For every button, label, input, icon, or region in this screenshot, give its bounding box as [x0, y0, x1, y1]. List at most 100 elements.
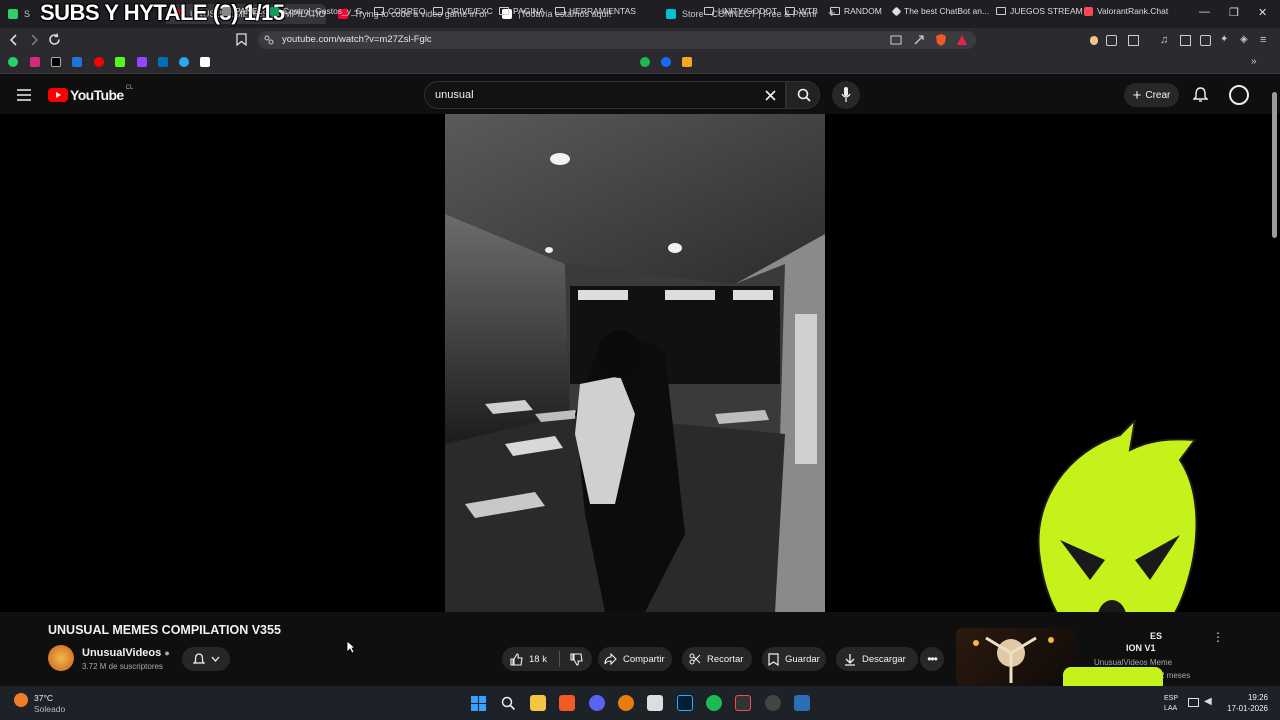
like-count[interactable]: 18 k	[529, 654, 547, 665]
more-actions-button[interactable]: •••	[920, 647, 944, 671]
back-icon[interactable]	[8, 34, 20, 46]
media-icon[interactable]: ♫	[1160, 34, 1168, 46]
bookmark-correo[interactable]: CORREO	[374, 6, 425, 16]
bookmark-site-icon[interactable]	[72, 57, 82, 67]
clear-search-icon[interactable]	[765, 90, 776, 101]
bookmark-valorantrank[interactable]: ValorantRank.Chat	[1084, 6, 1168, 16]
bookmark-chatbot[interactable]: The best ChatBot an...	[891, 6, 989, 16]
bookmark-site-icon[interactable]	[682, 57, 692, 67]
bookmark-control-gastos[interactable]: Control_Gastos_y_G...	[270, 6, 369, 16]
tab-1[interactable]: S	[8, 4, 30, 24]
x-icon[interactable]	[51, 57, 61, 67]
brave-rewards-icon[interactable]	[956, 34, 968, 46]
download-button[interactable]: Descargar	[836, 647, 918, 671]
bookmark-pagina[interactable]: PAGINA	[499, 6, 545, 16]
avatar[interactable]	[1229, 85, 1249, 105]
dislike-icon[interactable]	[570, 652, 583, 666]
telegram-icon[interactable]	[179, 57, 189, 67]
channel-avatar[interactable]	[48, 645, 74, 671]
recommended-age: 2 meses	[1160, 671, 1191, 680]
valorant-icon[interactable]	[735, 695, 751, 711]
paypal-icon[interactable]	[158, 57, 168, 67]
instagram-icon[interactable]	[30, 57, 40, 67]
twitch-icon[interactable]	[137, 57, 147, 67]
keyboard-layout[interactable]: LAA	[1164, 705, 1177, 712]
file-explorer-icon[interactable]	[530, 695, 546, 711]
weather-icon[interactable]	[14, 693, 28, 707]
bookmark-juegos-stream[interactable]: JUEGOS STREAM	[996, 6, 1083, 16]
share-button[interactable]: Compartir	[598, 647, 672, 671]
brave-browser-icon[interactable]	[559, 695, 575, 711]
bookmark-drive[interactable]: DRIVE/EXC	[433, 6, 493, 16]
video-frame[interactable]	[445, 114, 825, 612]
whatsapp-icon[interactable]	[8, 57, 18, 67]
recommended-title-part[interactable]: ION V1	[1126, 643, 1156, 653]
create-button[interactable]: + Crear	[1124, 83, 1179, 107]
volume-icon[interactable]: ◀	[1204, 696, 1212, 707]
reload-icon[interactable]	[48, 33, 61, 46]
bookmark-panel[interactable]: PANEL	[222, 6, 262, 16]
menu-icon[interactable]: ≡	[1260, 34, 1266, 46]
minimize-icon[interactable]: —	[1199, 6, 1210, 18]
bookmark-unity-godot[interactable]: UNITY/GODOT	[704, 6, 777, 16]
save-button[interactable]: Guardar	[762, 647, 826, 671]
app-icon[interactable]	[765, 695, 781, 711]
taskbar-search-icon[interactable]	[501, 696, 516, 711]
brave-shields-icon[interactable]	[934, 33, 948, 47]
channel-name[interactable]: UnusualVideos ●	[82, 647, 170, 659]
youtube-icon[interactable]	[94, 57, 104, 67]
windows-start-icon[interactable]	[471, 696, 486, 711]
clock-date[interactable]: 17-01-2026	[1226, 704, 1268, 713]
voice-search-button[interactable]	[832, 81, 860, 109]
behance-icon[interactable]	[661, 57, 671, 67]
extensions-area: ♫ ✦ ◈ ≡	[1088, 34, 1268, 48]
bookmark-icon[interactable]	[236, 33, 247, 46]
youtube-logo[interactable]: YouTube CL	[48, 85, 133, 103]
site-settings-icon[interactable]	[264, 35, 274, 45]
more-bookmarks-icon[interactable]: »	[1251, 56, 1257, 67]
search-input[interactable]: unusual	[435, 89, 474, 101]
recommended-thumbnail[interactable]	[956, 628, 1076, 686]
restore-icon[interactable]: ❐	[1229, 6, 1239, 19]
wallet-icon[interactable]	[1200, 35, 1211, 46]
settings-icon[interactable]	[794, 695, 810, 711]
network-icon[interactable]	[1188, 698, 1199, 707]
subscription-bell-button[interactable]	[182, 647, 230, 671]
cast-icon[interactable]	[890, 35, 902, 45]
bookmark-random[interactable]: RANDOM	[830, 6, 882, 16]
like-icon[interactable]	[510, 652, 523, 666]
address-bar[interactable]: youtube.com/watch?v=m27Zsl-Fglc	[258, 31, 976, 49]
share-page-icon[interactable]	[913, 34, 925, 46]
close-window-icon[interactable]: ✕	[1258, 6, 1267, 19]
extension-icon[interactable]	[1090, 36, 1098, 45]
hamburger-menu-icon[interactable]	[16, 88, 32, 102]
notion-icon[interactable]	[647, 695, 663, 711]
notifications-bell-icon[interactable]	[1193, 87, 1208, 103]
more-options-icon[interactable]: ⋮	[1212, 630, 1224, 644]
recommended-title-part[interactable]: ES	[1150, 631, 1162, 641]
bookmark-site-icon[interactable]	[640, 57, 650, 67]
extension-icon[interactable]	[1128, 35, 1139, 46]
scrollbar-thumb[interactable]	[1272, 92, 1277, 238]
bookmark-label: Control_Gastos_y_G...	[283, 6, 370, 16]
gmail-icon[interactable]	[200, 57, 210, 67]
extension-icon[interactable]	[1106, 35, 1117, 46]
bookmark-site-icon	[222, 6, 231, 16]
clock-time[interactable]: 19:26	[1232, 693, 1268, 702]
download-label: Descargar	[862, 653, 906, 665]
bookmark-wtb[interactable]: WTB	[785, 6, 818, 16]
search-button[interactable]	[786, 81, 820, 109]
leo-ai-icon[interactable]: ✦	[1220, 34, 1228, 45]
sidebar-icon[interactable]	[1180, 35, 1191, 46]
forward-icon[interactable]	[28, 34, 40, 46]
blender-icon[interactable]	[618, 695, 634, 711]
discord-icon[interactable]	[589, 695, 605, 711]
kick-icon[interactable]	[115, 57, 125, 67]
vpn-icon[interactable]: ◈	[1240, 34, 1248, 45]
bookmark-herramientas[interactable]: HERRAMIENTAS	[555, 6, 636, 16]
search-box[interactable]: unusual	[424, 81, 786, 109]
photoshop-icon[interactable]	[677, 695, 693, 711]
clip-button[interactable]: Recortar	[682, 647, 752, 671]
language-indicator[interactable]: ESP	[1164, 695, 1178, 702]
spotify-icon[interactable]	[706, 695, 722, 711]
